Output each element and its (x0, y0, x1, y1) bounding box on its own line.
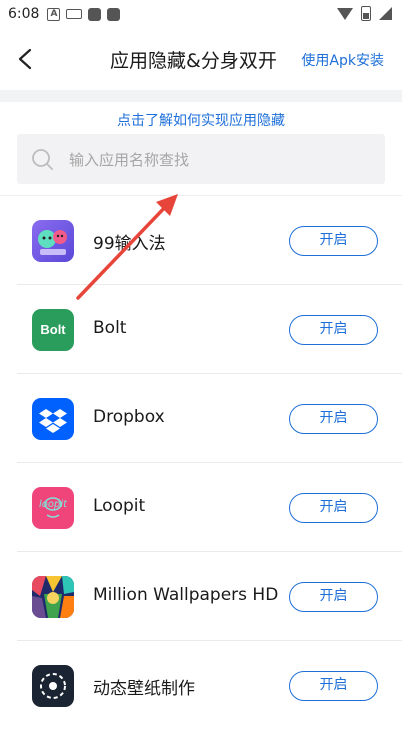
bolt-app-icon: Bolt (32, 309, 74, 351)
loopit-logo-text: loopit (38, 499, 68, 510)
keyboard-icon (66, 9, 83, 19)
wifi-icon (337, 7, 353, 20)
install-apk-link[interactable]: 使用Apk安装 (301, 50, 384, 70)
enable-button[interactable]: 开启 (289, 226, 378, 256)
app-name: Bolt (93, 318, 127, 338)
signal-icon (379, 7, 392, 20)
enable-button[interactable]: 开启 (289, 582, 378, 612)
status-indicators (337, 6, 392, 21)
enable-button[interactable]: 开启 (289, 671, 378, 701)
notification-app-icon (107, 7, 121, 21)
how-to-hide-link[interactable]: 点击了解如何实现应用隐藏 (0, 110, 402, 130)
app-name: Loopit (93, 496, 146, 516)
app-list: 99输入法 开启 Bolt Bolt 开启 Dropbox 开启 loopit … (0, 196, 402, 730)
list-item: Dropbox 开启 (0, 374, 402, 463)
keyboard-emoji-icon (32, 220, 74, 262)
bolt-logo-text: Bolt (40, 322, 66, 337)
notification-a-icon: A (47, 7, 61, 21)
search-input[interactable]: 输入应用名称查找 (17, 134, 385, 184)
enable-button[interactable]: 开启 (289, 404, 378, 434)
list-item: Bolt Bolt 开启 (0, 285, 402, 374)
dropbox-app-icon (32, 398, 74, 440)
list-item: loopit Loopit 开启 (0, 463, 402, 552)
notification-app-icon (88, 7, 102, 21)
battery-icon (361, 6, 371, 21)
app-header: 应用隐藏&分身双开 使用Apk安装 (0, 38, 402, 80)
list-item: Million Wallpapers HD 开启 (0, 552, 402, 641)
app-name: Dropbox (93, 407, 165, 427)
search-placeholder: 输入应用名称查找 (69, 151, 190, 169)
list-item: 99输入法 开启 (0, 196, 402, 285)
page-title: 应用隐藏&分身双开 (110, 50, 277, 72)
list-item: 动态壁纸制作 开启 (0, 641, 402, 730)
loopit-app-icon: loopit (32, 487, 74, 529)
app-name: Million Wallpapers HD (93, 585, 279, 605)
status-time: 6:08 (8, 6, 40, 22)
enable-button[interactable]: 开启 (289, 315, 378, 345)
status-bar: 6:08 A (0, 0, 402, 28)
app-name: 99输入法 (93, 234, 166, 254)
live-wallpaper-maker-icon (32, 665, 74, 707)
enable-button[interactable]: 开启 (289, 493, 378, 523)
wallpapers-app-icon (32, 576, 74, 618)
search-icon (32, 149, 53, 170)
app-name: 动态壁纸制作 (93, 679, 195, 699)
section-divider (0, 90, 402, 102)
back-arrow-icon[interactable] (16, 48, 36, 70)
